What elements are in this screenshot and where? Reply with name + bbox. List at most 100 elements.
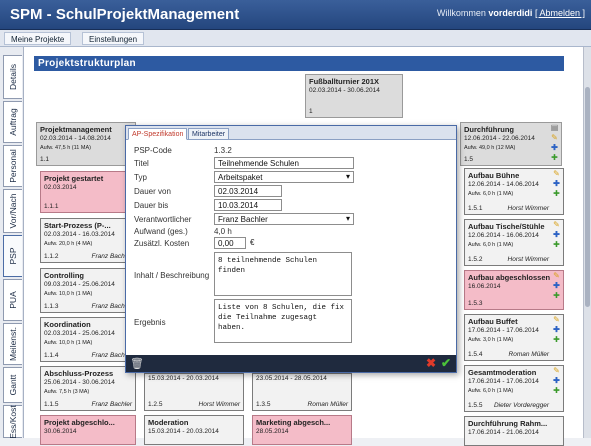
node-title: Projekt gestartet [44,174,104,183]
tab-ap-spezifikation[interactable]: AP-Spezifikation [128,128,188,140]
edit-pencil-icon[interactable]: ✎ [552,316,561,324]
node-code: 1.1 [40,156,50,163]
dauer-bis-input[interactable]: 10.03.2014 [214,199,282,211]
tab-auftrag[interactable]: Auftrag [3,101,22,143]
verantwortlicher-select[interactable]: Franz Bachler [214,213,354,225]
tab-label: Ess/Kost [8,404,18,439]
psp-node-mid-2[interactable]: 23.05.2014 - 28.05.2014 1.3.5 Roman Müll… [252,373,352,411]
nav-meine-projekte[interactable]: Meine Projekte [4,32,72,45]
psp-node-marketing-abgeschlossen[interactable]: Marketing abgesch... 28.05.2014 [252,415,352,445]
move-down-icon[interactable]: ✚ [552,387,561,395]
add-icon[interactable]: ✚ [552,282,561,290]
psp-node-aufbau-abgeschlossen[interactable]: Aufbau abgeschlossen 16.06.2014 1.5.3 ✎ … [464,270,564,310]
psp-node-projekt-abgeschlossen[interactable]: Projekt abgeschlo... 30.06.2014 [40,415,136,445]
node-effort: Aufw. 10,0 h (1 MA) [44,291,93,297]
trash-icon[interactable]: 🗑 [130,357,144,370]
psp-node-start-prozess[interactable]: Start-Prozess (P-... 02.03.2014 - 16.03.… [40,218,136,263]
tab-psp[interactable]: PSP [3,235,22,277]
psp-node-abschluss-prozess[interactable]: Abschluss-Prozess 25.06.2014 - 30.06.201… [40,366,136,411]
node-title: Aufbau Buffet [468,317,518,326]
inhalt-label: Inhalt / Beschreibung [134,271,210,280]
confirm-check-icon[interactable]: ✔ [441,356,451,370]
edit-pencil-icon[interactable]: ✎ [550,134,559,142]
psp-code-value: 1.3.2 [214,146,232,155]
edit-pencil-icon[interactable]: ✎ [552,221,561,229]
tab-label: Gantt [8,374,18,396]
node-actions: ✎ ✚ ✚ [551,272,562,300]
tab-kosten[interactable]: Ess/Kost [3,405,22,438]
tab-gantt[interactable]: Gantt [3,367,22,403]
move-down-icon[interactable]: ✚ [552,292,561,300]
node-code: 1.1.3 [44,303,59,310]
node-dates: 17.06.2014 - 21.06.2014 [468,429,539,436]
node-title: Koordination [44,320,91,329]
psp-node-moderation[interactable]: Moderation 15.03.2014 - 20.03.2014 [144,415,244,445]
tab-mitarbeiter[interactable]: Mitarbeiter [188,128,230,140]
tab-label: Meilenst. [8,326,18,362]
cancel-x-icon[interactable]: ✖ [426,356,436,370]
psp-node-gesamtmoderation[interactable]: Gesamtmoderation 17.06.2014 - 17.06.2014… [464,365,564,412]
psp-root-node[interactable]: Fußballturnier 201X 02.03.2014 - 30.06.2… [305,74,403,118]
tab-pua[interactable]: PUA [3,279,22,321]
move-down-icon[interactable]: ✚ [550,154,559,162]
app-title: SPM - SchulProjektManagement [10,6,240,23]
document-icon[interactable]: ▤ [550,124,559,132]
node-effort: Aufw. 49,0 h (12 MA) [464,145,516,151]
typ-select[interactable]: Arbeitspaket [214,171,354,183]
tab-vor-nach[interactable]: Vor/Nach [3,189,22,233]
psp-node-durchfuehrung[interactable]: Durchführung 12.06.2014 - 22.06.2014 Auf… [460,122,562,166]
inhalt-textarea[interactable]: 8 teilnehmende Schulen finden [214,252,352,296]
move-down-icon[interactable]: ✚ [552,241,561,249]
node-person: Franz Bachler [91,401,132,408]
user-welcome: Willkommen vorderdidi [ Abmelden ] [437,8,585,18]
node-code: 1.5.1 [468,205,483,212]
node-title: Controlling [44,271,84,280]
node-code: 1.5.2 [468,256,483,263]
logout-link[interactable]: [ Abmelden ] [535,8,585,18]
node-dates: 12.06.2014 - 14.06.2014 [468,181,539,188]
dauer-bis-label: Dauer bis [134,201,169,210]
psp-node-controlling[interactable]: Controlling 09.03.2014 - 25.06.2014 Aufw… [40,268,136,313]
node-title: Aufbau abgeschlossen [468,273,551,282]
verantwortlicher-selected: Franz Bachler [218,215,268,224]
psp-node-aufbau-buehne[interactable]: Aufbau Bühne 12.06.2014 - 14.06.2014 Auf… [464,168,564,215]
edit-pencil-icon[interactable]: ✎ [552,170,561,178]
psp-node-mid-1[interactable]: 15.03.2014 - 20.03.2014 1.2.5 Horst Wimm… [144,373,244,411]
psp-code-label: PSP-Code [134,146,172,155]
dauer-von-input[interactable]: 02.03.2014 [214,185,282,197]
tab-personal[interactable]: Personal [3,145,22,187]
move-down-icon[interactable]: ✚ [552,190,561,198]
node-title: Aufbau Bühne [468,171,520,180]
add-icon[interactable]: ✚ [552,180,561,188]
tab-meilenst[interactable]: Meilenst. [3,323,22,365]
tab-details[interactable]: Details [3,55,22,99]
psp-node-koordination[interactable]: Koordination 02.03.2014 - 25.06.2014 Auf… [40,317,136,362]
title-input[interactable]: Teilnehmende Schulen [214,157,354,169]
edit-pencil-icon[interactable]: ✎ [552,367,561,375]
add-icon[interactable]: ✚ [550,144,559,152]
node-title: Durchführung Rahm... [468,419,548,428]
psp-node-projektmanagement[interactable]: Projektmanagement 02.03.2014 - 14.08.201… [36,122,136,166]
psp-node-projekt-gestartet[interactable]: Projekt gestartet 02.03.2014 1.1.1 [40,171,136,213]
scrollbar-thumb[interactable] [585,87,590,307]
move-down-icon[interactable]: ✚ [552,336,561,344]
add-icon[interactable]: ✚ [552,231,561,239]
node-effort: Aufw. 6,0 h (1 MA) [468,242,514,248]
node-title: Abschluss-Prozess [44,369,114,378]
nav-einstellungen[interactable]: Einstellungen [82,32,145,45]
vertical-scrollbar[interactable] [583,47,591,438]
add-icon[interactable]: ✚ [552,377,561,385]
typ-selected: Arbeitspaket [218,173,263,182]
node-code: 1.1.1 [44,203,59,210]
psp-node-aufbau-buffet[interactable]: Aufbau Buffet 17.06.2014 - 17.06.2014 Au… [464,314,564,361]
ergebnis-textarea[interactable]: Liste von 8 Schulen, die fix die Teilnah… [214,299,352,343]
add-icon[interactable]: ✚ [552,326,561,334]
psp-node-aufbau-tische[interactable]: Aufbau Tische/Stühle 12.06.2014 - 16.06.… [464,219,564,266]
kosten-label: Zusätzl. Kosten [134,239,190,248]
aufwand-value: 4,0 h [214,227,232,236]
node-person: Horst Wimmer [507,256,549,263]
edit-pencil-icon[interactable]: ✎ [552,272,561,280]
node-person: Dieter Vorderegger [493,402,549,409]
psp-node-durchfuehrung-rahmen[interactable]: Durchführung Rahm... 17.06.2014 - 21.06.… [464,416,564,446]
kosten-input[interactable]: 0,00 [214,237,246,249]
